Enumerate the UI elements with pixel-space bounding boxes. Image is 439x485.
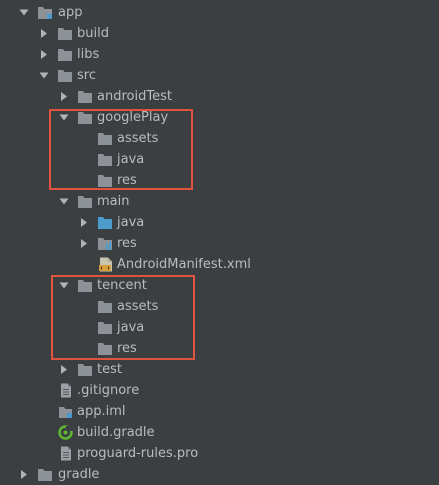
collapsed-arrow-icon[interactable] — [78, 212, 90, 233]
collapsed-arrow-icon[interactable] — [18, 464, 30, 485]
tree-item-label: googlePlay — [97, 110, 169, 125]
tree-item-label: app — [58, 5, 83, 20]
tree-item-androidmanifest[interactable]: AndroidManifest.xml — [0, 254, 439, 275]
folder-icon — [97, 299, 113, 314]
tree-item-label: build.gradle — [77, 425, 155, 440]
tree-item-main-res[interactable]: res — [0, 233, 439, 254]
folder-icon — [57, 26, 73, 41]
text-file-icon — [58, 446, 74, 461]
collapsed-arrow-icon[interactable] — [38, 44, 50, 65]
folder-icon — [57, 47, 73, 62]
folder-icon — [77, 89, 93, 104]
expanded-arrow-icon[interactable] — [58, 107, 70, 128]
folder-icon — [77, 278, 93, 293]
tree-item-label: androidTest — [97, 89, 172, 104]
tree-item-label: res — [117, 341, 137, 356]
tree-item-label: java — [117, 215, 145, 230]
tree-item-label: .gitignore — [77, 383, 140, 398]
xml-file-icon — [98, 257, 114, 272]
tree-item-app-iml[interactable]: app.iml — [0, 401, 439, 422]
source-folder-icon — [97, 215, 113, 230]
tree-item-label: build — [77, 26, 109, 41]
resource-folder-icon — [97, 236, 113, 251]
tree-item-tencent-java[interactable]: java — [0, 317, 439, 338]
gradle-file-icon — [58, 425, 74, 440]
tree-item-assets[interactable]: assets — [0, 128, 439, 149]
tree-item-proguard-rules[interactable]: proguard-rules.pro — [0, 443, 439, 464]
folder-icon — [97, 341, 113, 356]
folder-icon — [57, 68, 73, 83]
expanded-arrow-icon[interactable] — [38, 65, 50, 86]
tree-item-build-gradle[interactable]: build.gradle — [0, 422, 439, 443]
tree-item-label: java — [117, 320, 145, 335]
tree-item-label: libs — [77, 47, 100, 62]
tree-item-label: test — [97, 362, 122, 377]
tree-item-label: assets — [117, 131, 159, 146]
tree-item-tencent-res[interactable]: res — [0, 338, 439, 359]
collapsed-arrow-icon[interactable] — [38, 23, 50, 44]
tree-item-test[interactable]: test — [0, 359, 439, 380]
tree-item-app[interactable]: app — [0, 2, 439, 23]
text-file-icon — [58, 383, 74, 398]
collapsed-arrow-icon[interactable] — [78, 233, 90, 254]
tree-item-build[interactable]: build — [0, 23, 439, 44]
folder-icon — [77, 110, 93, 125]
collapsed-arrow-icon[interactable] — [58, 86, 70, 107]
tree-item-label: AndroidManifest.xml — [117, 257, 251, 272]
iml-file-icon — [58, 404, 74, 419]
tree-item-label: assets — [117, 299, 159, 314]
project-tree: app build libs src androidTest googlePla… — [0, 0, 439, 485]
tree-item-gradle[interactable]: gradle — [0, 464, 439, 485]
tree-item-gitignore[interactable]: .gitignore — [0, 380, 439, 401]
folder-icon — [97, 173, 113, 188]
tree-item-googleplay[interactable]: googlePlay — [0, 107, 439, 128]
expanded-arrow-icon[interactable] — [58, 191, 70, 212]
tree-item-main-java[interactable]: java — [0, 212, 439, 233]
tree-item-main[interactable]: main — [0, 191, 439, 212]
tree-item-tencent-assets[interactable]: assets — [0, 296, 439, 317]
expanded-arrow-icon[interactable] — [18, 2, 30, 23]
tree-item-label: java — [117, 152, 145, 167]
folder-icon — [77, 362, 93, 377]
collapsed-arrow-icon[interactable] — [58, 359, 70, 380]
tree-item-label: res — [117, 236, 137, 251]
folder-icon — [97, 131, 113, 146]
tree-item-label: app.iml — [77, 404, 126, 419]
tree-item-java[interactable]: java — [0, 149, 439, 170]
tree-item-libs[interactable]: libs — [0, 44, 439, 65]
tree-item-label: res — [117, 173, 137, 188]
folder-icon — [97, 320, 113, 335]
tree-item-label: src — [77, 68, 96, 83]
tree-item-label: proguard-rules.pro — [77, 446, 199, 461]
tree-item-res[interactable]: res — [0, 170, 439, 191]
tree-item-label: gradle — [58, 467, 100, 482]
module-folder-icon — [37, 5, 53, 20]
tree-item-label: tencent — [97, 278, 147, 293]
expanded-arrow-icon[interactable] — [58, 275, 70, 296]
tree-item-label: main — [97, 194, 130, 209]
folder-icon — [97, 152, 113, 167]
tree-item-tencent[interactable]: tencent — [0, 275, 439, 296]
tree-item-androidtest[interactable]: androidTest — [0, 86, 439, 107]
folder-icon — [37, 467, 53, 482]
folder-icon — [77, 194, 93, 209]
tree-item-src[interactable]: src — [0, 65, 439, 86]
